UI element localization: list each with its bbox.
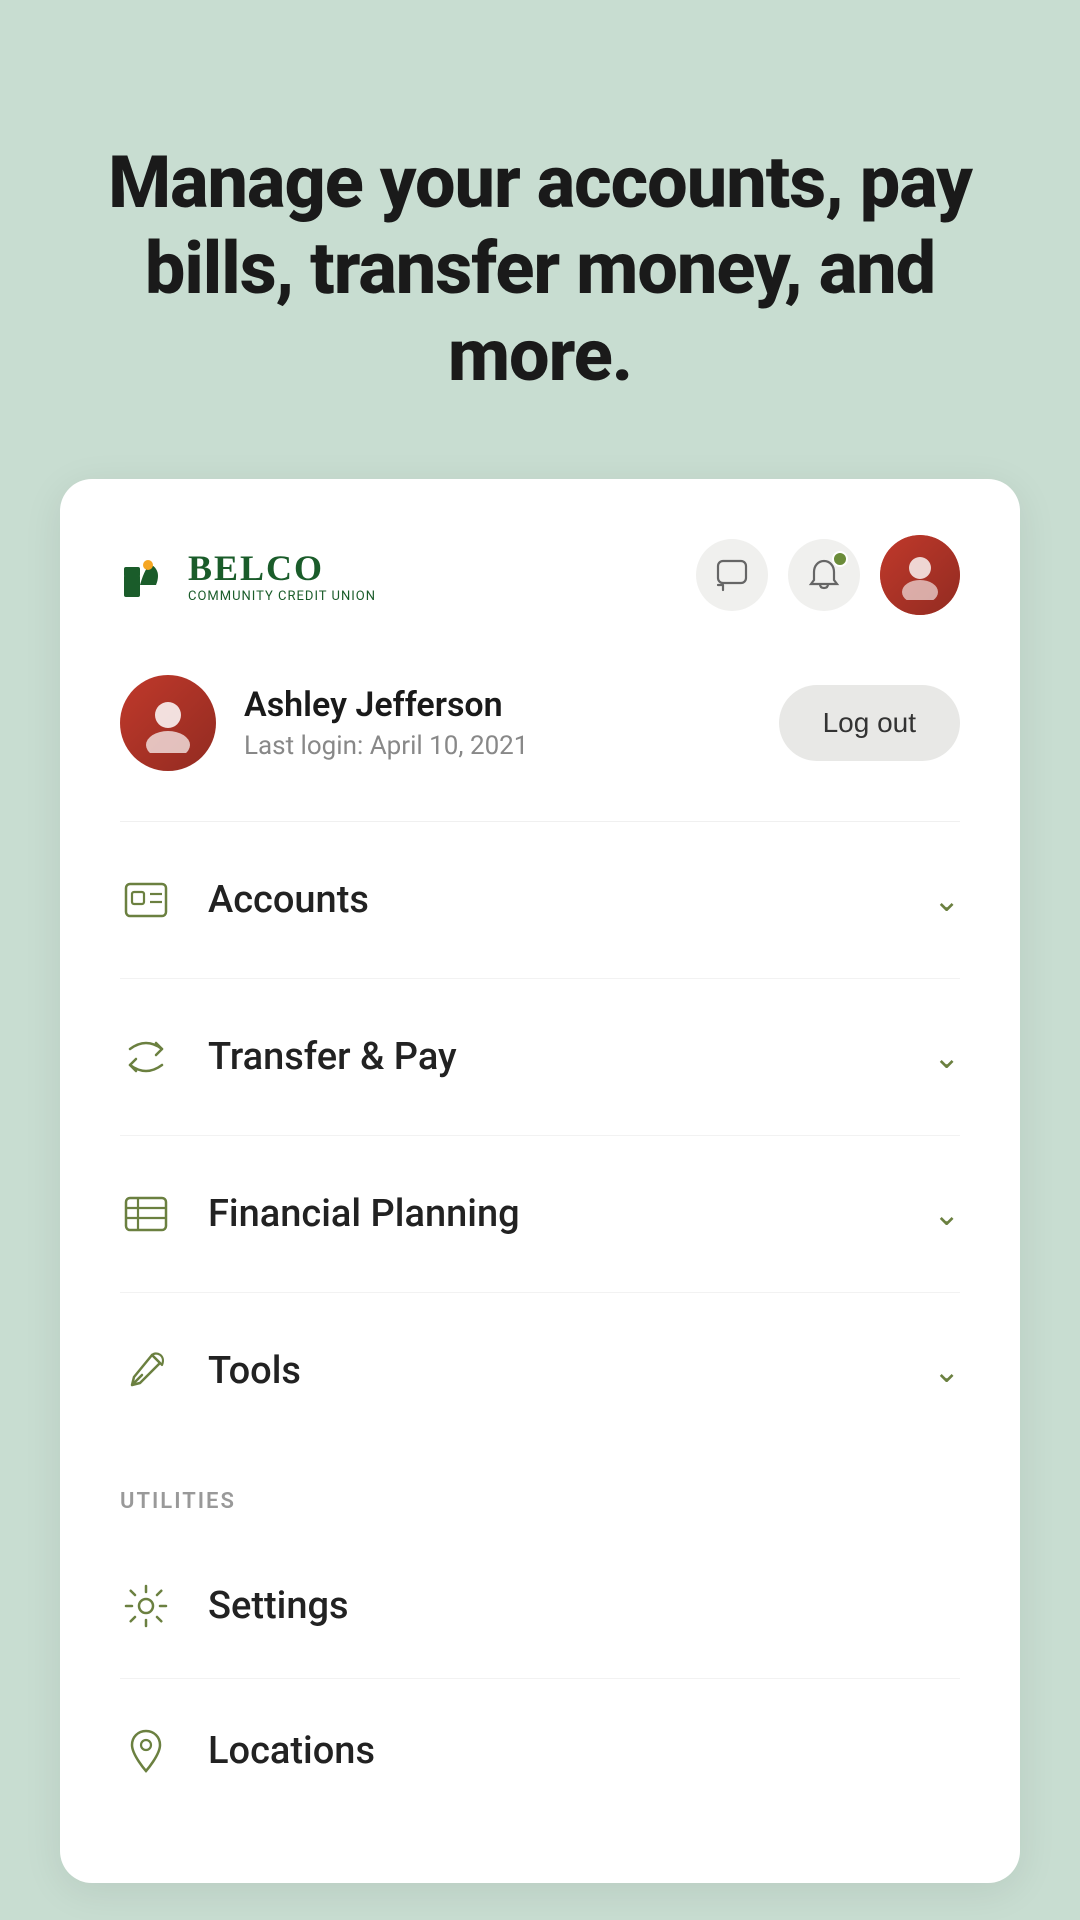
menu-item-accounts[interactable]: Accounts ⌄ bbox=[120, 822, 960, 979]
menu-item-tools[interactable]: Tools ⌄ bbox=[120, 1293, 960, 1449]
menu-item-left-tools: Tools bbox=[120, 1345, 301, 1397]
accounts-chevron: ⌄ bbox=[933, 881, 960, 919]
financial-planning-label: Financial Planning bbox=[208, 1192, 520, 1236]
logo-name: Belco bbox=[188, 547, 376, 589]
user-text-block: Ashley Jefferson Last login: April 10, 2… bbox=[244, 685, 528, 761]
user-last-login: Last login: April 10, 2021 bbox=[244, 731, 528, 761]
header-actions bbox=[696, 535, 960, 615]
planning-icon bbox=[120, 1188, 172, 1240]
chat-icon bbox=[715, 558, 749, 592]
user-avatar-header bbox=[880, 535, 960, 615]
transfer-icon bbox=[120, 1031, 172, 1083]
utility-item-settings[interactable]: Settings bbox=[120, 1534, 960, 1679]
settings-label: Settings bbox=[208, 1584, 349, 1628]
menu-item-left-planning: Financial Planning bbox=[120, 1188, 520, 1240]
transfer-chevron: ⌄ bbox=[933, 1038, 960, 1076]
notification-dot bbox=[832, 551, 848, 567]
logo-container: Belco Community Credit Union bbox=[120, 547, 376, 604]
locations-icon bbox=[120, 1725, 172, 1777]
user-info-left: Ashley Jefferson Last login: April 10, 2… bbox=[120, 675, 528, 771]
card-header: Belco Community Credit Union bbox=[60, 479, 1020, 655]
menu-item-left-transfer: Transfer & Pay bbox=[120, 1031, 457, 1083]
user-avatar-button[interactable] bbox=[880, 535, 960, 615]
menu-item-financial-planning[interactable]: Financial Planning ⌄ bbox=[120, 1136, 960, 1293]
tools-chevron: ⌄ bbox=[933, 1352, 960, 1390]
hero-title: Manage your accounts, pay bills, transfe… bbox=[60, 140, 1020, 399]
menu-item-transfer-pay[interactable]: Transfer & Pay ⌄ bbox=[120, 979, 960, 1136]
planning-chevron: ⌄ bbox=[933, 1195, 960, 1233]
utility-item-locations[interactable]: Locations bbox=[120, 1679, 960, 1823]
locations-label: Locations bbox=[208, 1729, 375, 1773]
tools-icon bbox=[120, 1345, 172, 1397]
chat-button[interactable] bbox=[696, 539, 768, 611]
hero-section: Manage your accounts, pay bills, transfe… bbox=[0, 0, 1080, 479]
menu-section: Accounts ⌄ Transfer & Pay ⌄ bbox=[60, 822, 1020, 1449]
menu-item-left-accounts: Accounts bbox=[120, 874, 369, 926]
logo-text-block: Belco Community Credit Union bbox=[188, 547, 376, 604]
user-name: Ashley Jefferson bbox=[244, 685, 528, 725]
belco-logo-icon bbox=[120, 547, 176, 603]
accounts-icon bbox=[120, 874, 172, 926]
transfer-pay-label: Transfer & Pay bbox=[208, 1035, 457, 1079]
logout-button[interactable]: Log out bbox=[779, 685, 960, 761]
logo-subtitle: Community Credit Union bbox=[188, 589, 376, 604]
tools-label: Tools bbox=[208, 1349, 301, 1393]
main-card: Belco Community Credit Union bbox=[60, 479, 1020, 1883]
settings-icon bbox=[120, 1580, 172, 1632]
avatar-silhouette bbox=[895, 550, 945, 600]
utilities-label: UTILITIES bbox=[120, 1489, 960, 1514]
avatar-silhouette-main bbox=[138, 693, 198, 753]
notification-button[interactable] bbox=[788, 539, 860, 611]
user-info-section: Ashley Jefferson Last login: April 10, 2… bbox=[60, 655, 1020, 821]
accounts-label: Accounts bbox=[208, 878, 369, 922]
utilities-section: UTILITIES Settings Locations bbox=[60, 1449, 1020, 1823]
user-avatar bbox=[120, 675, 216, 771]
